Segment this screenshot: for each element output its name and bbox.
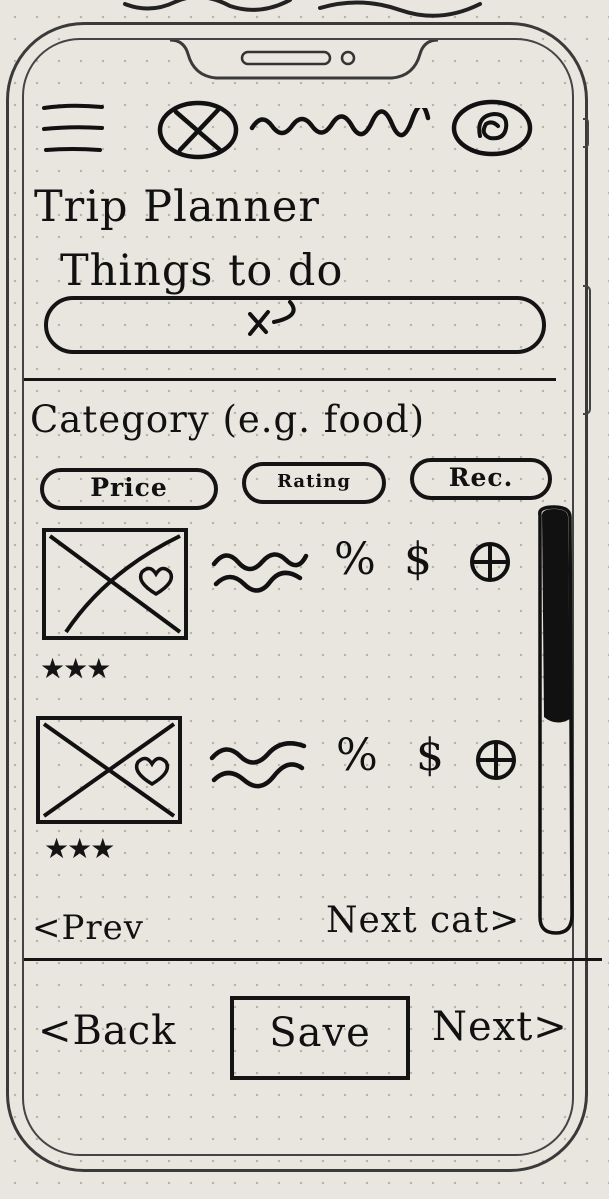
cropped-handwriting: [123, 0, 482, 18]
x-circle-logo-icon: [157, 100, 239, 160]
filter-chip-rating[interactable]: Rating: [242, 462, 386, 504]
discount-percent: %: [334, 534, 377, 585]
page-title: Trip Planner: [34, 182, 320, 232]
add-circle-icon[interactable]: [468, 540, 512, 584]
app-name-scribble: [249, 108, 431, 138]
phone-notch: [170, 40, 438, 80]
page-subtitle: Things to do: [60, 246, 344, 296]
hamburger-menu-icon[interactable]: [40, 100, 106, 156]
add-circle-icon[interactable]: [474, 738, 518, 782]
profile-swirl-icon[interactable]: [450, 98, 536, 158]
thumbnail-image-placeholder: [42, 528, 188, 640]
search-icon[interactable]: [236, 298, 306, 340]
image-placeholder-icon: [42, 722, 176, 818]
scrollbar[interactable]: [532, 505, 576, 935]
back-button[interactable]: <Back: [38, 1008, 176, 1054]
discount-percent: %: [336, 730, 379, 781]
header-divider: [24, 378, 556, 381]
price-dollar: $: [416, 730, 445, 781]
phone-side-button: [583, 285, 591, 415]
filter-chip-rec[interactable]: Rec.: [410, 458, 552, 500]
item-description-scribble: [209, 741, 307, 789]
item-description-scribble: [211, 552, 309, 593]
footer-divider: [24, 958, 602, 961]
rating-stars: ★★★: [40, 652, 111, 685]
rating-stars: ★★★: [44, 832, 115, 865]
next-category-link[interactable]: Next cat>: [326, 900, 520, 941]
price-dollar: $: [404, 534, 433, 585]
scrollbar-thumb: [542, 509, 570, 723]
heart-icon: [134, 756, 170, 787]
thumbnail-image-placeholder: [36, 716, 182, 824]
heart-icon: [138, 566, 174, 597]
list-item[interactable]: ★★★ % $: [34, 712, 530, 882]
filter-chip-price[interactable]: Price: [40, 468, 218, 510]
category-label: Category (e.g. food): [30, 398, 426, 441]
prev-link[interactable]: <Prev: [32, 908, 144, 948]
phone-side-button-small: [583, 118, 589, 148]
save-button[interactable]: Save: [230, 996, 410, 1080]
image-placeholder-icon: [48, 534, 182, 634]
next-button[interactable]: Next>: [432, 1004, 568, 1050]
list-item[interactable]: ★★★ % $: [40, 528, 530, 698]
